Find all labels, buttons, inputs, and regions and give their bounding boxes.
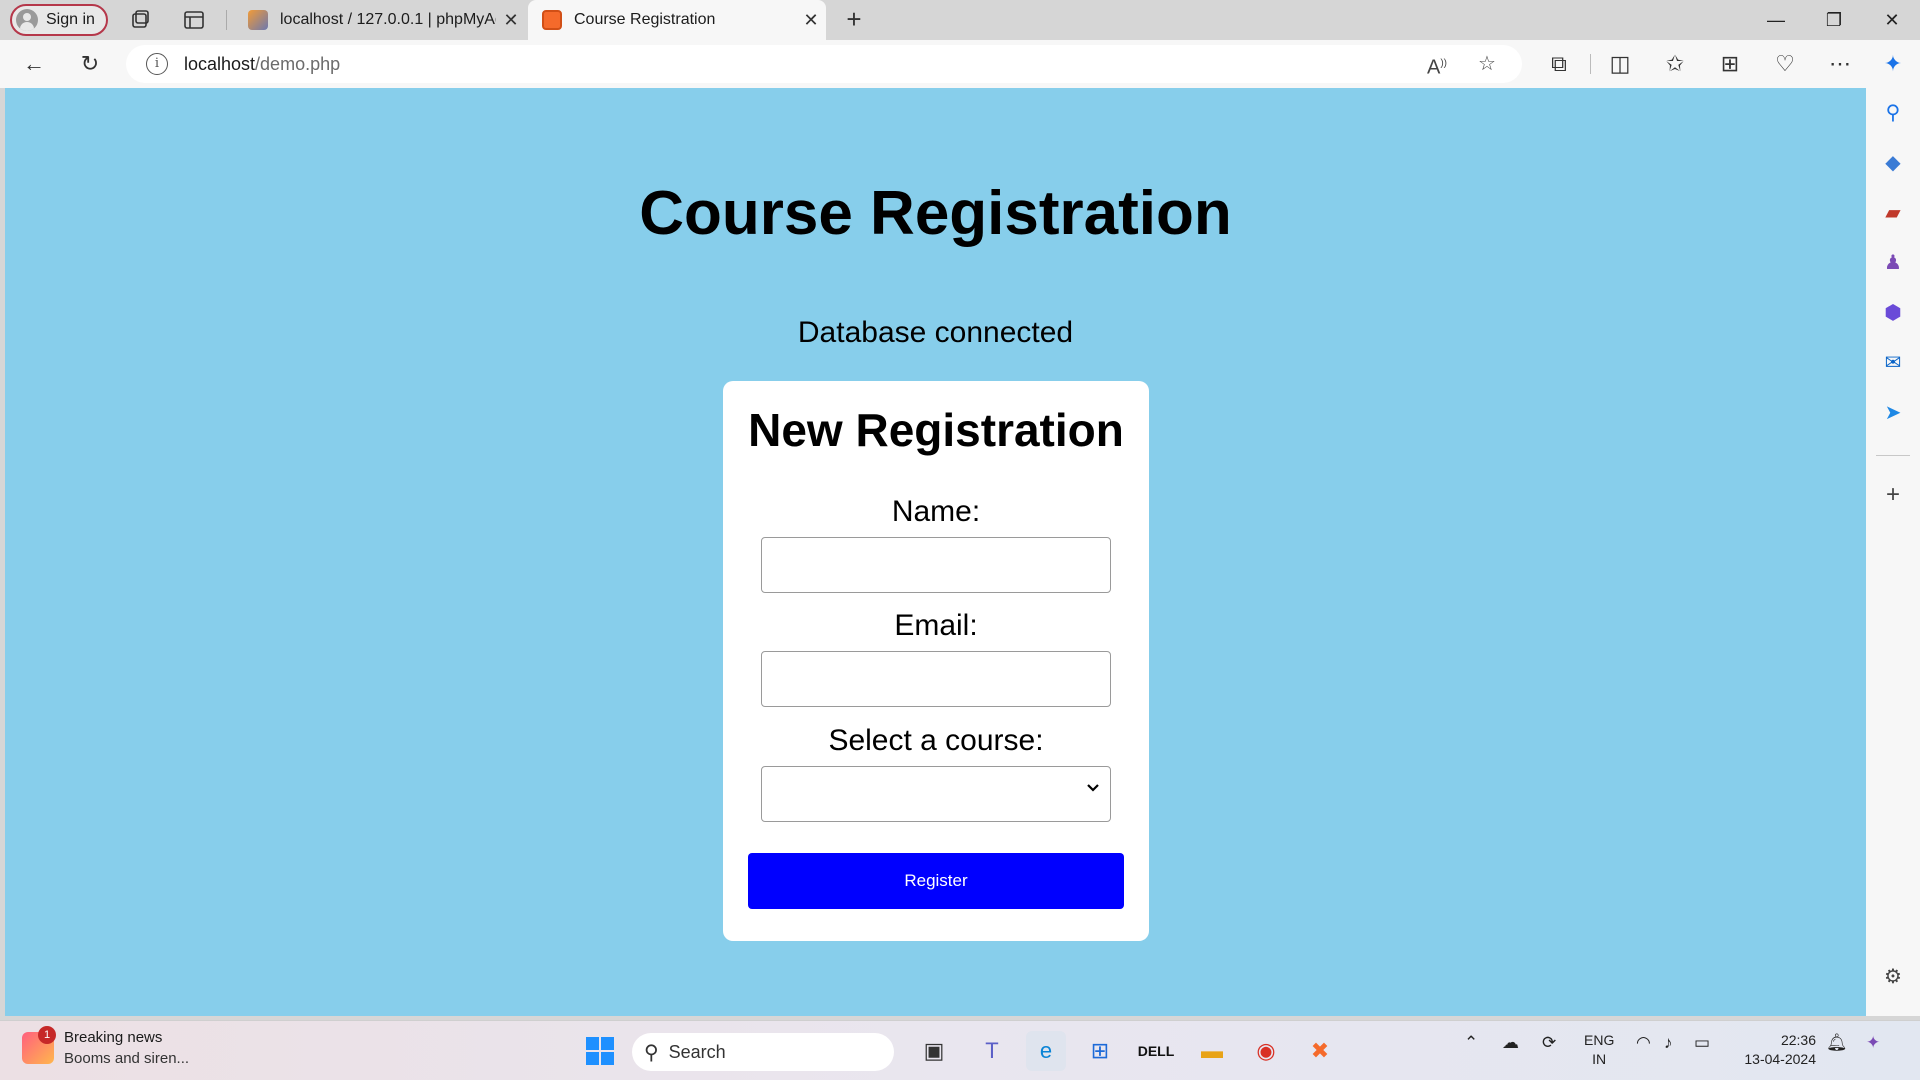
url-path: /demo.php: [255, 53, 341, 74]
windows-taskbar: 1 Breaking news Booms and siren... ⚲ Sea…: [0, 1020, 1920, 1080]
xampp-taskbar-icon[interactable]: ✖: [1300, 1031, 1340, 1071]
file-explorer-icon[interactable]: ▬: [1192, 1031, 1232, 1071]
profile-signin-button[interactable]: Sign in: [10, 4, 108, 36]
favorite-star-icon[interactable]: ☆: [1462, 48, 1512, 84]
taskbar-search-box[interactable]: ⚲ Search: [632, 1033, 894, 1071]
browser-toolbar: ← ↻ i localhost/demo.php A)) ☆ ⧉ ◫ ✩ ⊞ ♡…: [0, 40, 1920, 88]
name-label: Name:: [891, 495, 981, 528]
email-field-box: [761, 651, 1111, 707]
show-hidden-icons-chevron-icon[interactable]: ⌃: [1464, 1033, 1478, 1053]
tab-strip: Sign in localhost / 127.0.0.1 | phpMyAdm…: [0, 0, 1920, 40]
close-tab-icon[interactable]: ✕: [496, 10, 526, 31]
toolbar-divider: [1590, 54, 1591, 74]
url-text[interactable]: localhost/demo.php: [184, 54, 340, 75]
page-viewport: Course Registration Database connected N…: [5, 88, 1866, 1016]
favorites-icon[interactable]: ✩: [1657, 48, 1693, 80]
sidebar-settings-gear-icon[interactable]: ⚙: [1876, 960, 1910, 994]
refresh-button[interactable]: ↻: [72, 48, 108, 80]
tab-actions-icon[interactable]: [182, 8, 206, 32]
signin-label: Sign in: [46, 11, 95, 28]
edge-icon[interactable]: e: [1026, 1031, 1066, 1071]
microsoft-store-icon[interactable]: ⊞: [1080, 1031, 1120, 1071]
taskbar-search-placeholder: Search: [668, 1041, 726, 1062]
url-host: localhost: [184, 53, 256, 74]
shopping-tag-icon[interactable]: ◆: [1876, 146, 1910, 180]
address-bar[interactable]: i localhost/demo.php A)) ☆: [126, 45, 1522, 83]
battery-icon[interactable]: ▭: [1694, 1033, 1710, 1053]
email-input[interactable]: [762, 652, 1110, 706]
course-select[interactable]: [761, 766, 1111, 822]
copilot-taskbar-icon[interactable]: ✦: [1866, 1033, 1880, 1053]
profile-avatar-icon: [16, 9, 38, 31]
drop-send-icon[interactable]: ➤: [1876, 396, 1910, 430]
tab-divider: [226, 10, 227, 30]
restore-button[interactable]: ❐: [1806, 0, 1862, 40]
microsoft-365-icon[interactable]: ⬢: [1876, 296, 1910, 330]
news-widget[interactable]: 1 Breaking news Booms and siren...: [22, 1026, 189, 1067]
edge-sidebar: ⚲ ◆ ▰ ♟ ⬢ ✉ ➤ + ⚙: [1866, 88, 1920, 1016]
games-icon[interactable]: ♟: [1876, 246, 1910, 280]
collections-icon[interactable]: ⊞: [1712, 48, 1748, 80]
new-tab-button[interactable]: +: [838, 4, 870, 36]
volume-icon[interactable]: ♪: [1664, 1033, 1673, 1053]
minimize-button[interactable]: —: [1748, 0, 1804, 40]
outlook-icon[interactable]: ✉: [1876, 346, 1910, 380]
news-title: Breaking news: [64, 1029, 163, 1046]
language-code: ENG: [1584, 1032, 1615, 1048]
news-subtitle: Booms and siren...: [64, 1050, 190, 1067]
tab-title: Course Registration: [574, 11, 716, 28]
sidebar-divider: [1876, 455, 1910, 456]
workspaces-icon[interactable]: [128, 8, 152, 32]
close-window-button[interactable]: ✕: [1864, 0, 1920, 40]
close-tab-icon[interactable]: ✕: [796, 10, 826, 31]
back-button[interactable]: ←: [16, 48, 52, 80]
address-bar-actions: A)) ☆: [1412, 48, 1512, 84]
onedrive-icon[interactable]: ☁: [1502, 1033, 1519, 1053]
search-icon: ⚲: [644, 1041, 659, 1064]
form-title: New Registration: [748, 404, 1124, 456]
email-label: Email:: [894, 609, 978, 642]
windows-start-icon[interactable]: [580, 1031, 620, 1071]
task-view-icon[interactable]: ▣: [914, 1031, 954, 1071]
news-text: Breaking news Booms and siren...: [64, 1029, 189, 1067]
news-badge: 1: [38, 1026, 56, 1044]
chevron-down-icon: [1087, 784, 1099, 792]
more-menu-icon[interactable]: ⋯: [1822, 48, 1858, 80]
copilot-icon[interactable]: ✦: [1875, 48, 1911, 80]
page-title: Course Registration: [639, 179, 1232, 248]
news-icon: 1: [22, 1026, 56, 1064]
add-sidebar-app-icon[interactable]: +: [1876, 478, 1910, 512]
name-field-box: [761, 537, 1111, 593]
xampp-icon: [542, 10, 562, 30]
registration-card: New Registration Name: Email: Select a c…: [723, 381, 1149, 941]
sync-icon[interactable]: ⟳: [1542, 1033, 1556, 1053]
language-indicator[interactable]: ENG IN: [1584, 1031, 1614, 1069]
system-clock[interactable]: 22:36 13-04-2024: [1736, 1031, 1816, 1069]
notification-bell-icon[interactable]: 🔔︎: [1826, 1033, 1848, 1053]
name-input[interactable]: [762, 538, 1110, 592]
course-label: Select a course:: [828, 724, 1044, 757]
site-info-icon[interactable]: i: [146, 53, 168, 75]
tab-course-registration[interactable]: Course Registration ✕: [528, 0, 826, 40]
wifi-icon[interactable]: ◠: [1636, 1033, 1651, 1053]
split-screen-icon[interactable]: ◫: [1602, 48, 1638, 80]
tab-phpmyadmin[interactable]: localhost / 127.0.0.1 | phpMyAdmin ✕: [234, 0, 526, 40]
teams-icon[interactable]: T: [972, 1031, 1012, 1071]
db-status-text: Database connected: [797, 316, 1074, 349]
register-button[interactable]: Register: [748, 853, 1124, 909]
tab-title: localhost / 127.0.0.1 | phpMyAdmin: [280, 11, 496, 28]
search-icon[interactable]: ⚲: [1876, 96, 1910, 130]
read-aloud-icon[interactable]: A)): [1412, 48, 1462, 84]
tools-briefcase-icon[interactable]: ▰: [1876, 196, 1910, 230]
extensions-icon[interactable]: ⧉: [1541, 48, 1577, 80]
clock-date: 13-04-2024: [1744, 1051, 1816, 1067]
phpmyadmin-icon: [248, 10, 268, 30]
chrome-icon[interactable]: ◉: [1246, 1031, 1286, 1071]
language-region: IN: [1592, 1051, 1607, 1067]
dell-icon[interactable]: DELL: [1136, 1031, 1176, 1071]
browser-essentials-icon[interactable]: ♡: [1767, 48, 1803, 80]
clock-time: 22:36: [1780, 1032, 1816, 1048]
